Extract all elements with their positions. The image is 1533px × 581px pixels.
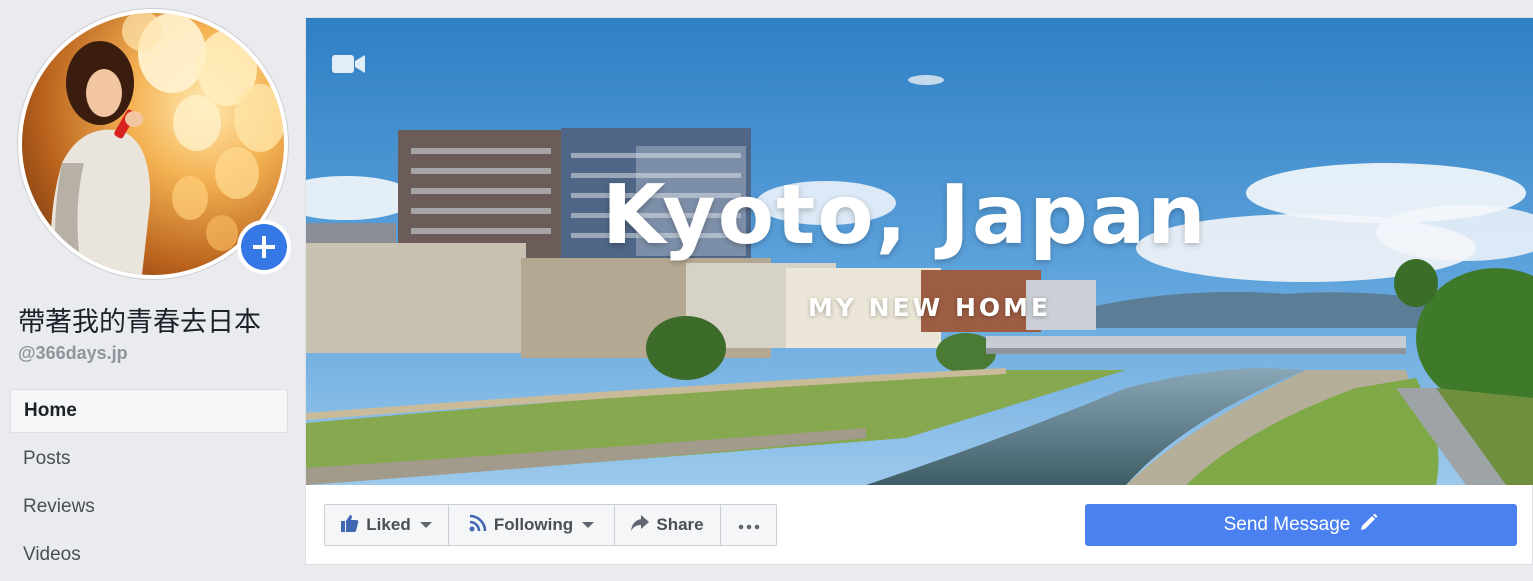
- cover-photo[interactable]: Kyoto, Japan MY NEW HOME: [306, 18, 1533, 485]
- cover-title: Kyoto, Japan: [602, 168, 1208, 263]
- following-button[interactable]: Following: [449, 505, 615, 545]
- chevron-down-icon: [582, 522, 595, 528]
- send-message-label: Send Message: [1223, 514, 1351, 535]
- nav-item-videos[interactable]: Videos: [10, 533, 288, 577]
- add-photo-button[interactable]: [237, 220, 291, 274]
- plus-icon: [241, 224, 287, 270]
- chevron-down-icon: [419, 522, 432, 528]
- nav-item-home[interactable]: Home: [10, 389, 288, 433]
- video-camera-icon[interactable]: [332, 53, 366, 75]
- liked-button[interactable]: Liked: [325, 505, 449, 545]
- more-options-button[interactable]: [721, 505, 776, 545]
- page-title[interactable]: 帶著我的青春去日本: [18, 300, 298, 339]
- thumbs-up-icon: [341, 514, 359, 537]
- left-column: 帶著我的青春去日本 @366days.jp Home Posts Reviews…: [0, 0, 300, 576]
- page-nav: Home Posts Reviews Videos: [10, 389, 288, 581]
- rss-icon: [469, 514, 487, 537]
- nav-item-posts[interactable]: Posts: [10, 437, 288, 481]
- following-label: Following: [493, 515, 574, 534]
- cover-card: Kyoto, Japan MY NEW HOME Liked Following…: [305, 17, 1533, 565]
- page-username[interactable]: @366days.jp: [18, 343, 128, 364]
- share-arrow-icon: [631, 514, 650, 536]
- liked-label: Liked: [366, 515, 411, 534]
- pencil-icon: [1360, 513, 1378, 537]
- page-actions: Liked Following Share: [324, 504, 777, 546]
- share-label: Share: [656, 515, 704, 534]
- nav-item-reviews[interactable]: Reviews: [10, 485, 288, 529]
- profile-picture[interactable]: [18, 9, 291, 279]
- ellipsis-icon: [738, 515, 760, 535]
- share-button[interactable]: Share: [615, 505, 721, 545]
- cover-subtitle: MY NEW HOME: [808, 293, 1052, 322]
- send-message-button[interactable]: Send Message: [1085, 504, 1517, 546]
